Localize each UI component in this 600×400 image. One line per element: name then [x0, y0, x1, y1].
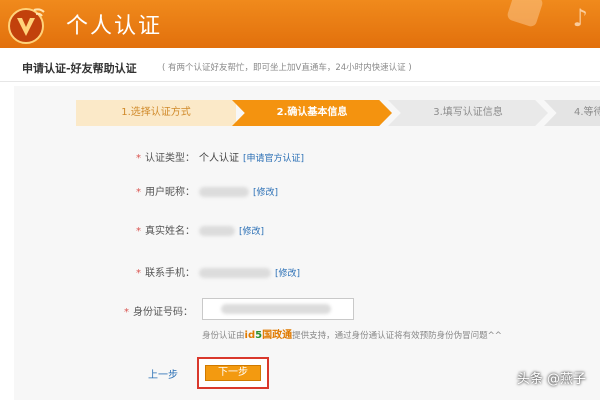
required-mark: *	[136, 153, 141, 164]
realname-value-redacted	[199, 226, 235, 236]
required-mark: *	[136, 226, 141, 237]
phone-value-redacted	[199, 268, 271, 278]
row-id-number: * 身份证号码：	[124, 303, 193, 318]
section-description: ( 有两个认证好友帮忙，即可坐上加V直通车，24小时内快速认证 )	[162, 63, 412, 73]
realname-label: 真实姓名：	[145, 226, 195, 237]
required-mark: *	[136, 268, 141, 279]
progress-steps: 1.选择认证方式 2.确认基本信息 3.填写认证信息 4.等待	[76, 100, 600, 126]
id-number-value-redacted	[221, 304, 331, 314]
v-logo-icon	[8, 8, 45, 44]
nickname-value-redacted	[199, 187, 249, 197]
step-fill-info: 3.填写认证信息	[388, 100, 548, 126]
auth-type-label: 认证类型：	[145, 153, 195, 164]
app-header: 个人认证 ♪	[0, 0, 600, 48]
watermark: 头条 @燕子	[516, 372, 586, 387]
row-realname: * 真实姓名： [修改]	[136, 222, 264, 237]
next-step-button[interactable]: 下一步	[205, 365, 261, 381]
music-note-icon: ♪	[572, 4, 588, 32]
next-button-highlight: 下一步	[197, 357, 269, 389]
prev-step-link[interactable]: 上一步	[148, 366, 178, 381]
phone-label: 联系手机：	[145, 268, 195, 279]
apply-official-link[interactable]: [申请官方认证]	[243, 154, 304, 164]
hint-prefix: 身份认证由	[202, 331, 245, 341]
page-title: 个人认证	[66, 14, 163, 39]
nickname-label: 用户昵称：	[145, 187, 195, 198]
auth-type-value: 个人认证	[199, 153, 239, 164]
row-phone: * 联系手机： [修改]	[136, 264, 300, 279]
step-wait: 4.等待	[544, 100, 600, 126]
id5-logo: id5国政通	[245, 330, 293, 341]
music-disc-icon	[506, 0, 544, 28]
content-panel	[14, 86, 600, 400]
id-verification-hint: 身份认证由id5国政通提供支持，通过身份通认证将有效预防身份伪冒问题^^	[202, 326, 502, 341]
required-mark: *	[124, 307, 129, 318]
edit-realname-link[interactable]: [修改]	[239, 227, 264, 237]
hint-suffix: 提供支持，通过身份通认证将有效预防身份伪冒问题^^	[292, 331, 502, 341]
id5-logo-name: 国政通	[262, 330, 293, 341]
step-select-method: 1.选择认证方式	[76, 100, 236, 126]
id-number-label: 身份证号码：	[133, 307, 193, 318]
id-number-input[interactable]	[202, 298, 354, 320]
sub-header: 申请认证-好友帮助认证 ( 有两个认证好友帮忙，即可坐上加V直通车，24小时内快…	[0, 52, 600, 82]
section-title: 申请认证-好友帮助认证	[22, 62, 137, 75]
step-confirm-info: 2.确认基本信息	[232, 100, 392, 126]
edit-nickname-link[interactable]: [修改]	[253, 188, 278, 198]
edit-phone-link[interactable]: [修改]	[275, 269, 300, 279]
required-mark: *	[136, 187, 141, 198]
row-auth-type: * 认证类型： 个人认证 [申请官方认证]	[136, 149, 304, 164]
id5-logo-id: id	[244, 330, 256, 341]
row-nickname: * 用户昵称： [修改]	[136, 183, 278, 198]
